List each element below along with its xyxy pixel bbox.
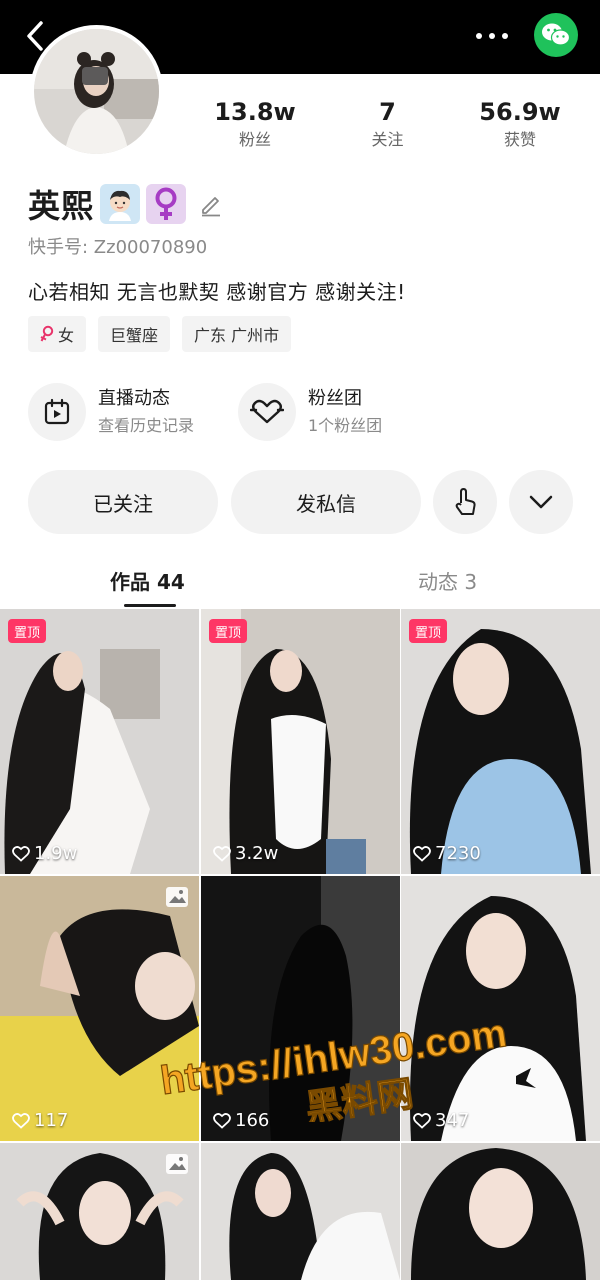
image-icon xyxy=(166,1154,188,1174)
feature-title: 粉丝团 xyxy=(308,388,362,409)
pinned-badge: 置顶 xyxy=(8,619,47,643)
tab-works[interactable]: 作品 44 xyxy=(110,566,185,595)
post-thumbnail[interactable] xyxy=(401,1143,600,1280)
like-count: 347 xyxy=(413,1110,469,1131)
calendar-play-icon xyxy=(44,398,70,425)
pinned-badge: 置顶 xyxy=(409,619,448,643)
tag-zodiac[interactable]: 巨蟹座 xyxy=(98,316,171,352)
stat-value: 56.9w xyxy=(479,98,561,126)
stat-fans[interactable]: 13.8w 粉丝 xyxy=(190,98,320,152)
heart-icon xyxy=(12,845,30,862)
female-icon xyxy=(146,184,187,224)
tap-button[interactable] xyxy=(433,470,497,534)
like-count: 3.2w xyxy=(213,843,278,864)
post-thumbnail[interactable] xyxy=(201,1143,400,1280)
feature-subtitle: 1个粉丝团 xyxy=(308,416,383,435)
followed-button[interactable]: 已关注 xyxy=(28,470,218,534)
wechat-share-button[interactable] xyxy=(534,13,578,57)
feature-subtitle: 查看历史记录 xyxy=(98,416,195,435)
like-count-value: 3.2w xyxy=(235,843,279,864)
post-thumbnail[interactable]: 347 xyxy=(401,876,600,1141)
tag-label: 广东 广州市 xyxy=(194,326,280,345)
avatar[interactable] xyxy=(30,25,163,158)
tag-label: 巨蟹座 xyxy=(110,326,159,345)
tag-gender[interactable]: 女 xyxy=(28,316,87,352)
tab-moments[interactable]: 动态 3 xyxy=(418,566,477,595)
chevron-down-icon xyxy=(529,495,553,509)
like-count-value: 117 xyxy=(34,1110,69,1131)
tag-location[interactable]: 广东 广州市 xyxy=(182,316,292,352)
like-count: 166 xyxy=(213,1110,269,1131)
feature-icon-wrap xyxy=(238,383,296,441)
like-count-value: 1.9w xyxy=(34,843,78,864)
like-count: 117 xyxy=(12,1110,68,1131)
edit-icon[interactable] xyxy=(198,191,224,217)
live-history-entry[interactable]: 直播动态 查看历史记录 xyxy=(28,383,194,441)
like-count-value: 7230 xyxy=(435,843,481,864)
heart-icon xyxy=(413,1112,431,1129)
name-row: 英熙 xyxy=(28,182,224,226)
post-thumbnail[interactable] xyxy=(0,1143,199,1280)
stat-label: 获赞 xyxy=(503,130,536,149)
heart-icon xyxy=(213,1112,231,1129)
image-icon xyxy=(166,887,188,907)
like-count: 1.9w xyxy=(12,843,77,864)
profile-tags: 女 巨蟹座 广东 广州市 xyxy=(28,316,292,352)
stat-likes[interactable]: 56.9w 获赞 xyxy=(455,98,585,152)
chevron-left-icon xyxy=(27,21,43,51)
like-count-value: 166 xyxy=(235,1110,270,1131)
fan-group-entry[interactable]: 粉丝团 1个粉丝团 xyxy=(238,383,382,441)
kuaishou-id[interactable]: 快手号: Zz00070890 xyxy=(28,233,207,259)
more-button[interactable] xyxy=(470,20,514,52)
send-message-button[interactable]: 发私信 xyxy=(231,470,421,534)
hand-tap-icon xyxy=(455,488,476,515)
post-thumbnail[interactable]: 166 xyxy=(201,876,400,1141)
profile-stats: 13.8w 粉丝 7 关注 56.9w 获赞 xyxy=(190,98,585,152)
like-count: 7230 xyxy=(413,843,481,864)
expand-button[interactable] xyxy=(509,470,573,534)
pinned-badge: 置顶 xyxy=(209,619,248,643)
feature-icon-wrap xyxy=(28,383,86,441)
name-emoji xyxy=(100,184,141,224)
heart-icon xyxy=(213,845,231,862)
like-count-value: 347 xyxy=(435,1110,470,1131)
heart-icon xyxy=(413,845,431,862)
active-tab-indicator xyxy=(124,604,176,607)
post-thumbnail[interactable]: 117 xyxy=(0,876,199,1141)
wechat-icon xyxy=(542,23,571,46)
heart-outline-icon xyxy=(250,399,284,424)
stat-value: 13.8w xyxy=(214,98,296,126)
stat-label: 粉丝 xyxy=(238,130,271,149)
stat-label: 关注 xyxy=(371,130,404,149)
stat-following[interactable]: 7 关注 xyxy=(323,98,453,152)
feature-title: 直播动态 xyxy=(98,388,170,409)
female-icon xyxy=(40,325,54,342)
more-horizontal-icon xyxy=(476,33,508,39)
profile-actions: 已关注 发私信 xyxy=(28,470,573,534)
post-thumbnail[interactable]: 置顶 3.2w xyxy=(201,609,400,874)
post-thumbnail[interactable]: 置顶 7230 xyxy=(401,609,600,874)
content-tabs: 作品 44 动态 3 xyxy=(0,560,600,607)
heart-icon xyxy=(12,1112,30,1129)
profile-name: 英熙 xyxy=(28,187,95,225)
post-thumbnail[interactable]: 置顶 1.9w xyxy=(0,609,199,874)
stat-value: 7 xyxy=(379,98,396,126)
tag-label: 女 xyxy=(58,326,75,345)
bio: 心若相知 无言也默契 感谢官方 感谢关注! xyxy=(28,280,406,304)
